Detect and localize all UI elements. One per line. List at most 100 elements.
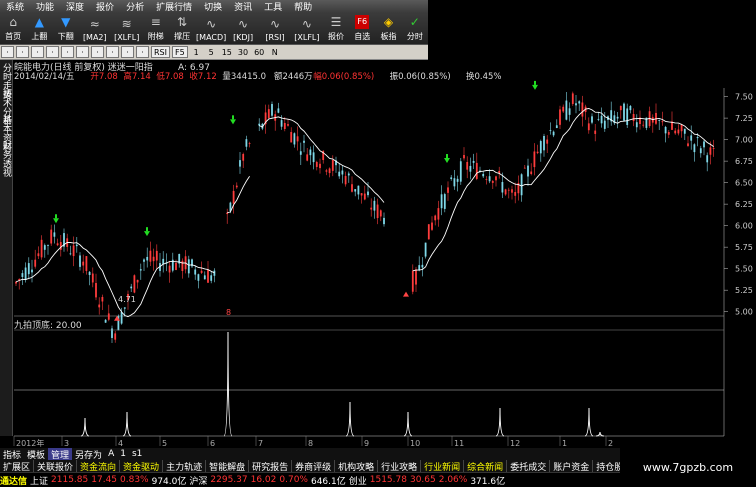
- index2-value: 2295.37: [210, 475, 248, 485]
- x-tick-label: 1: [562, 439, 567, 448]
- candle-body: [415, 269, 417, 285]
- candle-body: [312, 152, 315, 163]
- candle-body: [680, 124, 683, 132]
- price-tick-label: 6.25: [735, 200, 753, 209]
- footer-tab-11[interactable]: 综合新闻: [464, 459, 508, 473]
- footer-tab-5[interactable]: 智能解盘: [206, 459, 250, 473]
- candle-body: [603, 120, 606, 129]
- left-tab-3[interactable]: 财务透视: [0, 138, 13, 180]
- price-tick-label: 5.50: [735, 265, 753, 274]
- x-tick-label: 7: [258, 439, 263, 448]
- info-close: 收7.12: [189, 71, 216, 82]
- candle-body: [376, 204, 379, 219]
- candle-body: [418, 265, 421, 271]
- app-name: 通达信: [0, 476, 28, 487]
- sell-signal-icon: [144, 231, 150, 237]
- footer-tab-13[interactable]: 账户资金: [550, 459, 594, 473]
- candle-body: [79, 255, 81, 267]
- footer-tab-0[interactable]: 扩展区: [0, 459, 35, 473]
- candle-body: [427, 224, 430, 240]
- indicator-peak: [122, 411, 132, 437]
- candle-body: [248, 143, 251, 144]
- footer-tab-12[interactable]: 委托成交: [507, 459, 551, 473]
- candle-body: [319, 163, 321, 169]
- x-tick-label: 2: [608, 439, 613, 448]
- footer-tab-9[interactable]: 行业攻略: [378, 459, 422, 473]
- candle-body: [562, 106, 565, 112]
- index3-value: 1515.78: [369, 475, 407, 485]
- bottom-tab-6[interactable]: s1: [129, 449, 145, 459]
- chart-area[interactable]: 皖能电力(日线 前复权) 迷迷一阳指 A: 6.972014/02/14/五 开7.…: [0, 0, 756, 448]
- candle-body: [360, 193, 363, 196]
- index3-change: 30.65: [409, 475, 436, 485]
- candle-body: [149, 250, 152, 262]
- x-tick-label: 10: [410, 439, 420, 448]
- candle-body: [642, 124, 645, 126]
- candle-body: [667, 132, 670, 135]
- candle-body: [24, 267, 27, 281]
- index2-pct: 0.70%: [279, 475, 308, 485]
- candle-body: [82, 261, 85, 266]
- candle-body: [143, 259, 145, 262]
- index3-name: 创业: [348, 476, 367, 487]
- candle-body: [197, 274, 200, 281]
- candle-body: [21, 273, 24, 277]
- candle-body: [283, 122, 286, 129]
- candle-body: [31, 269, 33, 273]
- footer-tab-2[interactable]: 资金流向: [77, 459, 121, 473]
- index3-pct: 2.06%: [438, 475, 468, 485]
- candle-body: [104, 319, 107, 323]
- candle-body: [344, 175, 347, 185]
- candle-body: [674, 130, 677, 134]
- candle-body: [543, 135, 545, 151]
- candle-body: [571, 93, 574, 104]
- candle-body: [207, 269, 209, 283]
- left-panel: 分时走势 技术分析 基本资料 财务透视: [0, 60, 13, 436]
- candle-body: [43, 245, 46, 250]
- candle-body: [623, 103, 625, 121]
- index2-amount: 646.1亿: [310, 476, 346, 487]
- candle-body: [411, 270, 414, 292]
- footer-tab-1[interactable]: 关联报价: [34, 459, 78, 473]
- candle-body: [687, 143, 689, 146]
- info-amp: 振0.06(0.85%): [390, 71, 451, 82]
- footer-tab-4[interactable]: 主力轨迹: [163, 459, 207, 473]
- footer-tab-7[interactable]: 券商评级: [292, 459, 336, 473]
- indicator-label: 九拍顶底: 20.00: [14, 319, 82, 331]
- peak-label: 8: [226, 308, 231, 317]
- candle-body: [456, 178, 459, 182]
- candle-body: [213, 270, 216, 276]
- info-date: 2014/02/14/五: [14, 72, 75, 82]
- footer-tab-3[interactable]: 资金驱动: [120, 459, 164, 473]
- candle-body: [597, 118, 600, 120]
- ma-line: [15, 242, 215, 318]
- candle-body: [437, 208, 440, 220]
- candle-body: [539, 141, 542, 154]
- candle-body: [239, 160, 241, 167]
- footer-tab-6[interactable]: 研究报告: [249, 459, 293, 473]
- candle-body: [293, 133, 296, 145]
- info-turnover: 换0.45%: [466, 71, 502, 82]
- price-tick-label: 5.75: [735, 243, 753, 252]
- footer-tab-8[interactable]: 机构攻略: [335, 459, 379, 473]
- x-tick-label: 2012年: [16, 438, 44, 448]
- candle-body: [594, 130, 597, 134]
- candle-body: [59, 242, 62, 250]
- candle-body: [367, 191, 369, 196]
- candle-body: [600, 115, 603, 124]
- candle-body: [450, 177, 453, 179]
- footer-tab-10[interactable]: 行业新闻: [421, 459, 465, 473]
- candle-body: [232, 190, 235, 204]
- candle-body: [107, 313, 110, 320]
- candle-body: [328, 168, 331, 174]
- x-tick-label: 8: [308, 439, 313, 448]
- indicator-peak: [595, 431, 605, 437]
- candle-body: [69, 253, 72, 255]
- candle-body: [696, 137, 699, 139]
- candle-body: [632, 113, 635, 122]
- index1-amount: 974.0亿: [151, 476, 187, 487]
- candle-body: [587, 123, 590, 131]
- bottom-tab-5[interactable]: 1: [117, 449, 129, 459]
- bottom-tab-4[interactable]: A: [105, 449, 117, 459]
- candle-body: [50, 229, 53, 244]
